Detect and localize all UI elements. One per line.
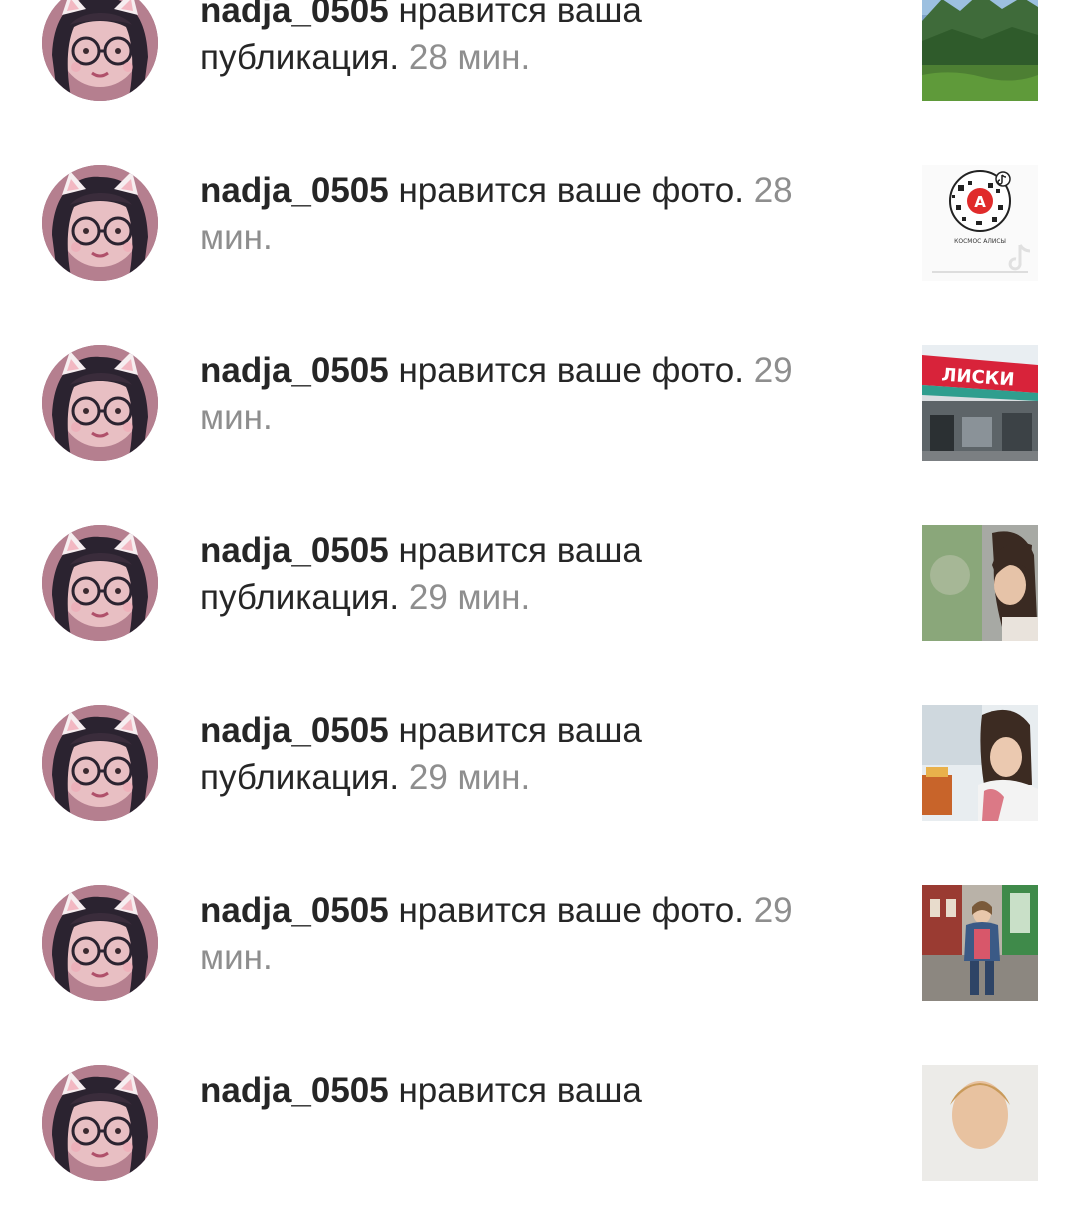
post-thumbnail[interactable] xyxy=(922,0,1038,101)
avatar-image xyxy=(42,705,158,821)
qr-code-card-image: А КОСМОС АЛИСЫ xyxy=(922,165,1038,281)
post-thumbnail[interactable]: ЛИСКИ xyxy=(922,345,1038,461)
girl-at-window-image xyxy=(922,525,1038,641)
action-text: нравится ваша xyxy=(388,1071,642,1110)
notification-row[interactable]: nadja_0505 нравится ваше фото. 29 мин. xyxy=(0,855,1080,1035)
timestamp: 28 мин. xyxy=(408,38,531,77)
notification-text: nadja_0505 нравится ваше фото. 28 мин. xyxy=(200,167,830,261)
notification-row[interactable]: nadja_0505 нравится ваша xyxy=(0,1035,1080,1215)
username-link[interactable]: nadja_0505 xyxy=(200,351,389,390)
storefront-sign-image: ЛИСКИ xyxy=(922,345,1038,461)
notification-row[interactable]: nadja_0505 нравится ваше фото. 28 мин. А xyxy=(0,135,1080,315)
post-thumbnail[interactable] xyxy=(922,525,1038,641)
girl-portrait-image xyxy=(922,1065,1038,1181)
username-link[interactable]: nadja_0505 xyxy=(200,171,389,210)
notification-text: nadja_0505 нравится ваша публикация. 29 … xyxy=(200,527,830,621)
notification-row[interactable]: nadja_0505 нравится ваша публикация. 29 … xyxy=(0,495,1080,675)
action-text-cont: публикация. xyxy=(200,38,400,77)
avatar-image xyxy=(42,525,158,641)
action-text: нравится ваше фото. xyxy=(388,171,744,210)
action-text: нравится ваше фото. xyxy=(388,891,744,930)
avatar[interactable] xyxy=(42,0,158,101)
notification-row[interactable]: nadja_0505 нравится ваша публикация. 28 … xyxy=(0,0,1080,135)
username-link[interactable]: nadja_0505 xyxy=(200,531,389,570)
username-link[interactable]: nadja_0505 xyxy=(200,0,389,30)
avatar[interactable] xyxy=(42,345,158,461)
action-text: нравится ваше фото. xyxy=(388,351,744,390)
timestamp: 29 xyxy=(753,351,793,390)
avatar[interactable] xyxy=(42,525,158,641)
username-link[interactable]: nadja_0505 xyxy=(200,891,389,930)
girl-on-street-image xyxy=(922,885,1038,1001)
notification-row[interactable]: nadja_0505 нравится ваше фото. 29 мин. Л… xyxy=(0,315,1080,495)
activity-feed: nadja_0505 нравится ваша публикация. 28 … xyxy=(0,0,1080,1215)
timestamp: 28 xyxy=(753,171,793,210)
action-text: нравится ваша xyxy=(388,0,642,30)
avatar[interactable] xyxy=(42,885,158,1001)
action-text-cont: публикация. xyxy=(200,578,400,617)
notification-row[interactable]: nadja_0505 нравится ваша публикация. 29 … xyxy=(0,675,1080,855)
avatar-image xyxy=(42,885,158,1001)
username-link[interactable]: nadja_0505 xyxy=(200,1071,389,1110)
action-text: нравится ваша xyxy=(388,531,642,570)
avatar[interactable] xyxy=(42,1065,158,1181)
avatar-image xyxy=(42,345,158,461)
action-text: нравится ваша xyxy=(388,711,642,750)
timestamp-unit: мин. xyxy=(200,218,273,257)
action-text-cont: публикация. xyxy=(200,758,400,797)
notification-text: nadja_0505 нравится ваше фото. 29 мин. xyxy=(200,887,830,981)
avatar[interactable] xyxy=(42,705,158,821)
timestamp-unit: мин. xyxy=(200,398,273,437)
notification-text: nadja_0505 нравится ваша публикация. 29 … xyxy=(200,707,830,801)
timestamp: 29 мин. xyxy=(408,578,531,617)
username-link[interactable]: nadja_0505 xyxy=(200,711,389,750)
avatar-image xyxy=(42,165,158,281)
timestamp-unit: мин. xyxy=(200,938,273,977)
notification-text: nadja_0505 нравится ваша публикация. 28 … xyxy=(200,0,830,81)
mountain-landscape-image xyxy=(922,0,1038,101)
girl-in-cafe-image xyxy=(922,705,1038,821)
post-thumbnail[interactable] xyxy=(922,885,1038,1001)
avatar-image xyxy=(42,1065,158,1181)
avatar[interactable] xyxy=(42,165,158,281)
post-thumbnail[interactable]: А КОСМОС АЛИСЫ xyxy=(922,165,1038,281)
avatar-image xyxy=(42,0,158,101)
timestamp: 29 xyxy=(753,891,793,930)
post-thumbnail[interactable] xyxy=(922,1065,1038,1181)
notification-text: nadja_0505 нравится ваша xyxy=(200,1067,830,1114)
timestamp: 29 мин. xyxy=(408,758,531,797)
post-thumbnail[interactable] xyxy=(922,705,1038,821)
qr-caption: КОСМОС АЛИСЫ xyxy=(954,238,1006,245)
qr-logo-letter: А xyxy=(974,193,986,211)
notification-text: nadja_0505 нравится ваше фото. 29 мин. xyxy=(200,347,830,441)
